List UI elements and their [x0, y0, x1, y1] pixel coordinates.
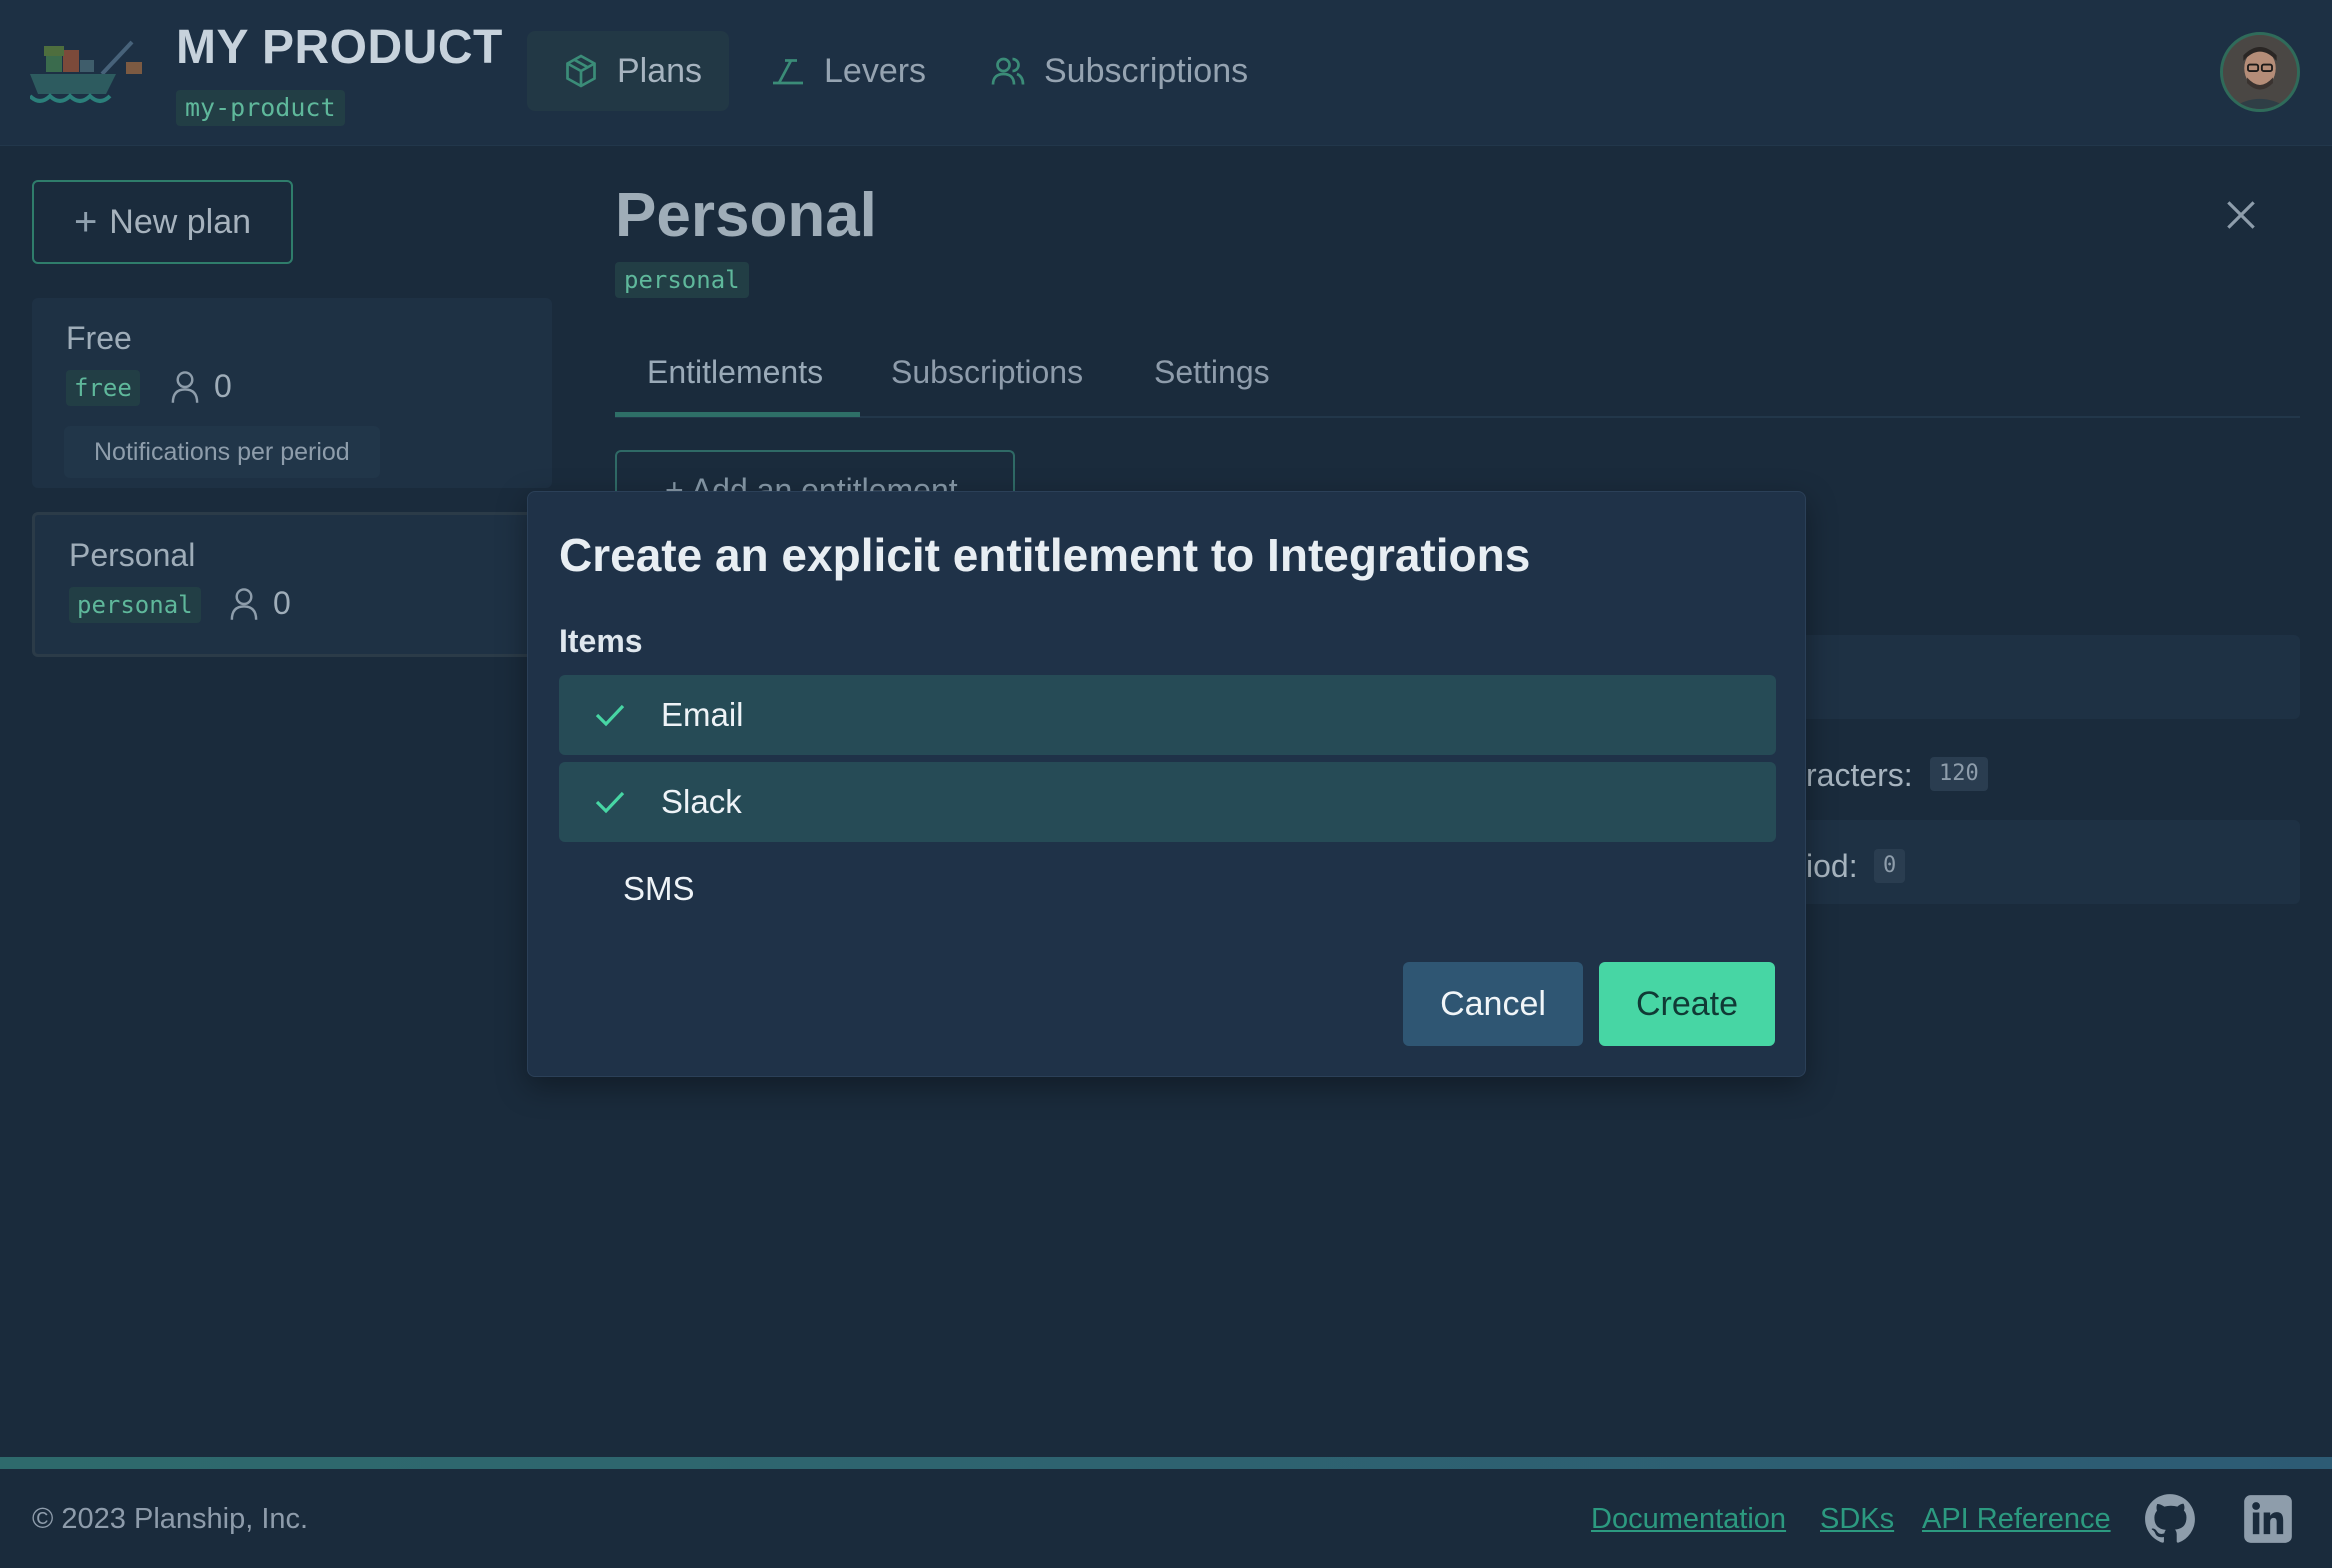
plan-slug-badge: free	[66, 370, 140, 406]
page-slug-badge: personal	[615, 262, 749, 298]
nav-levers-label: Levers	[824, 51, 927, 90]
option-slack[interactable]: Slack	[559, 762, 1776, 842]
nav-subscriptions-label: Subscriptions	[1044, 51, 1249, 90]
entitlement-value-chip: 0	[1874, 849, 1906, 883]
plan-name: Personal	[69, 537, 196, 573]
lever-icon	[773, 59, 803, 85]
footer: © 2023 Planship, Inc. Documentation SDKs…	[0, 1469, 2332, 1568]
plan-subscriber-count-value: 0	[273, 585, 291, 621]
plan-subscriber-count-value: 0	[214, 368, 232, 404]
user-avatar-image	[2223, 35, 2297, 109]
nav-levers[interactable]: Levers	[770, 31, 926, 111]
entitlement-value-chip: 120	[1930, 757, 1988, 791]
option-label: Email	[661, 696, 744, 733]
copyright-text: © 2023 Planship, Inc.	[32, 1503, 309, 1535]
check-icon	[595, 791, 625, 814]
tab-settings[interactable]: Settings	[1154, 354, 1270, 391]
api-reference-link[interactable]: API Reference	[1922, 1503, 2111, 1536]
plan-card-free[interactable]: Free free 0 Notifications per period	[32, 298, 552, 488]
cancel-button[interactable]: Cancel	[1403, 962, 1583, 1046]
plus-icon: +	[73, 199, 98, 244]
user-icon	[171, 370, 199, 403]
close-icon[interactable]	[2222, 196, 2260, 234]
nav-plans[interactable]: Plans	[527, 31, 729, 111]
tab-entitlements[interactable]: Entitlements	[647, 354, 823, 391]
product-slug-badge: my-product	[176, 90, 345, 126]
entitlement-label-partial: iod:	[1806, 848, 1858, 884]
page-title: Personal	[615, 181, 877, 250]
nav-plans-label: Plans	[617, 51, 703, 90]
plan-slug-badge: personal	[69, 587, 201, 623]
plan-card-personal[interactable]: Personal personal 0	[32, 512, 552, 657]
modal-title: Create an explicit entitlement to Integr…	[559, 529, 1531, 581]
product-title: MY PRODUCT	[176, 21, 503, 74]
new-plan-label: New plan	[109, 202, 252, 241]
active-tab-indicator	[615, 412, 860, 417]
plan-name: Free	[66, 320, 132, 356]
option-email[interactable]: Email	[559, 675, 1776, 755]
user-icon	[230, 587, 258, 620]
footer-divider	[0, 1457, 2332, 1469]
tab-subscriptions[interactable]: Subscriptions	[891, 354, 1083, 391]
option-label: Slack	[661, 783, 742, 820]
items-label: Items	[559, 623, 643, 659]
ship-logo-icon[interactable]	[30, 34, 146, 110]
linkedin-icon[interactable]	[2242, 1493, 2294, 1545]
user-avatar[interactable]	[2220, 32, 2300, 112]
nav-subscriptions[interactable]: Subscriptions	[990, 31, 1248, 111]
plan-tabs: Entitlements Subscriptions Settings	[615, 340, 2300, 418]
users-icon	[991, 57, 1025, 85]
new-plan-button[interactable]: + New plan	[32, 180, 293, 264]
plan-feature-chip: Notifications per period	[64, 426, 380, 478]
create-entitlement-modal: Create an explicit entitlement to Integr…	[527, 491, 1806, 1077]
option-sms[interactable]: SMS	[559, 849, 1776, 929]
plan-subscriber-count: 0	[170, 368, 232, 405]
documentation-link[interactable]: Documentation	[1591, 1503, 1786, 1536]
create-button[interactable]: Create	[1599, 962, 1775, 1046]
entitlement-row-background	[1800, 635, 2300, 719]
plan-subscriber-count: 0	[229, 585, 291, 622]
check-icon	[595, 704, 625, 727]
entitlement-label-partial: racters:	[1806, 757, 1913, 793]
option-label: SMS	[623, 870, 695, 907]
sdks-link[interactable]: SDKs	[1820, 1503, 1894, 1536]
cube-icon	[566, 54, 596, 88]
top-header: MY PRODUCT my-product Plans Levers Subsc…	[0, 0, 2332, 146]
github-icon[interactable]	[2144, 1493, 2196, 1545]
